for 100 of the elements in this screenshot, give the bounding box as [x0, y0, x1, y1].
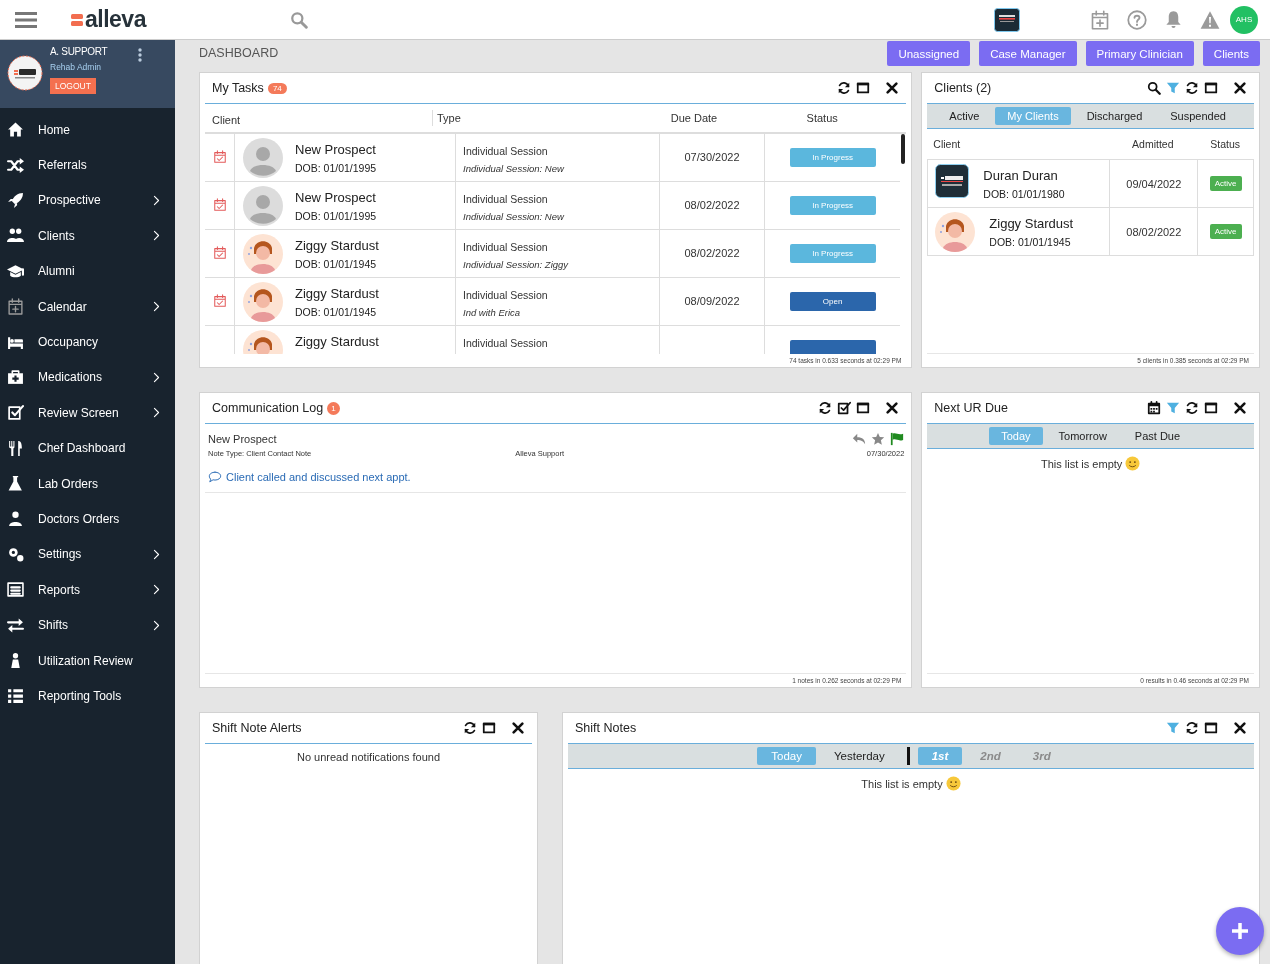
client-name[interactable]: Ziggy Stardust: [295, 237, 379, 253]
due-date: 08/02/2022: [684, 199, 740, 212]
nav-item[interactable]: Reports: [0, 572, 175, 608]
chevron-right-icon: [151, 371, 162, 383]
menu-icon[interactable]: [15, 11, 37, 28]
logo-icon[interactable]: [994, 7, 1020, 32]
client-name[interactable]: Ziggy Stardust: [295, 285, 379, 301]
client-name[interactable]: Ziggy Stardust: [295, 333, 379, 349]
filter-tab[interactable]: Tomorrow: [1046, 427, 1119, 445]
close-icon: [885, 401, 900, 415]
nav-item[interactable]: Doctors Orders: [0, 501, 175, 537]
nav-item[interactable]: Lab Orders: [0, 465, 175, 502]
close-icon: [885, 81, 900, 95]
calendar-check-icon: [212, 150, 227, 165]
flag-icon[interactable]: [890, 432, 905, 446]
calendar-check-icon: [212, 246, 227, 261]
nav-item[interactable]: Calendar: [0, 288, 175, 325]
chevron-right-icon: [151, 407, 162, 419]
nav-item[interactable]: Reporting Tools: [0, 678, 175, 714]
maximize-icon: [1204, 401, 1218, 415]
chevron-right-icon: [151, 194, 162, 206]
filter-tab[interactable]: Discharged: [1074, 107, 1155, 125]
app-logo: alleva: [85, 6, 146, 33]
due-date: 08/09/2022: [684, 295, 740, 308]
rocket-icon: [7, 191, 24, 209]
status-button[interactable]: [789, 339, 876, 354]
note-link[interactable]: Client called and discussed next appt.: [226, 471, 411, 483]
client-name[interactable]: Ziggy Stardust: [989, 216, 1074, 231]
close-icon: [1233, 721, 1247, 735]
empty-message: No unread notifications found: [296, 751, 441, 763]
status-button[interactable]: Open: [789, 291, 876, 311]
maximize-icon: [1204, 721, 1218, 735]
more-options-icon[interactable]: [138, 48, 142, 62]
filter-button[interactable]: Primary Clinician: [1085, 41, 1194, 66]
close-icon: [1233, 401, 1247, 415]
search-icon: [1147, 81, 1161, 95]
column-header: Admitted: [1131, 138, 1175, 150]
nav-item[interactable]: Medications: [0, 359, 175, 396]
speech-bubble-icon: [208, 470, 222, 484]
maximize-icon: [482, 721, 496, 735]
column-header: Client: [932, 138, 962, 150]
client-name[interactable]: New Prospect: [295, 189, 377, 205]
due-date: 08/02/2022: [684, 247, 740, 260]
filter-button[interactable]: Case Manager: [979, 41, 1077, 66]
session-subtype: Individual Session: New: [463, 210, 565, 222]
utensils-icon: [7, 439, 24, 457]
calendar-icon: [1147, 401, 1161, 415]
reply-icon: [852, 432, 867, 446]
home-icon: [7, 121, 24, 139]
users-icon: [7, 227, 24, 245]
filter-icon: [1166, 721, 1180, 735]
filter-tab[interactable]: Past Due: [1122, 427, 1193, 445]
status-badge: Active: [1209, 224, 1242, 239]
nav-item[interactable]: Clients: [0, 218, 175, 254]
star-icon: [871, 432, 886, 446]
session-subtype: Individual Session: New: [463, 162, 565, 174]
column-header: Status: [1209, 138, 1242, 150]
nav-item[interactable]: Settings: [0, 536, 175, 573]
chevron-right-icon: [151, 584, 162, 596]
column-header: Due Date: [669, 111, 719, 124]
client-dob: DOB: 01/01/1945: [989, 236, 1072, 248]
chevron-right-icon: [151, 301, 162, 313]
nav-item[interactable]: Shifts: [0, 607, 175, 643]
logo-mark-icon: [71, 12, 83, 27]
column-header: Type: [436, 111, 462, 124]
admitted-date: 08/02/2022: [1126, 225, 1182, 238]
warning-icon: [1200, 9, 1220, 30]
scrollbar[interactable]: [901, 133, 906, 164]
client-name[interactable]: New Prospect: [295, 141, 377, 157]
close-icon: [511, 721, 525, 735]
nav-item[interactable]: Utilization Review: [0, 642, 175, 679]
filter-button[interactable]: Clients: [1202, 41, 1260, 66]
chevron-right-icon: [151, 230, 162, 242]
help-icon: [1127, 9, 1147, 30]
session-type: Individual Session: [463, 144, 549, 157]
day-tab[interactable]: Yesterday: [820, 747, 899, 765]
nav-item[interactable]: Home: [0, 112, 175, 148]
nav-item[interactable]: Alumni: [0, 253, 175, 289]
filter-button[interactable]: Unassigned: [887, 41, 971, 66]
filter-tab[interactable]: Active: [937, 107, 992, 125]
count-badge: 74: [267, 82, 287, 94]
nav-item[interactable]: Chef Dashboard: [0, 430, 175, 466]
chevron-right-icon: [151, 619, 162, 631]
filter-tab[interactable]: Suspended: [1158, 107, 1238, 125]
client-dob: DOB: 01/01/1945: [295, 305, 378, 318]
list-icon: [7, 687, 24, 705]
nav-item[interactable]: Review Screen: [0, 395, 175, 431]
session-type: Individual Session: [463, 192, 549, 205]
nav-item[interactable]: Referrals: [0, 147, 175, 183]
note-client-name[interactable]: New Prospect: [208, 433, 277, 445]
close-icon: [1233, 81, 1247, 95]
nav-item[interactable]: Occupancy: [0, 324, 175, 360]
client-name[interactable]: Duran Duran: [983, 168, 1065, 183]
nav-item[interactable]: Prospective: [0, 182, 175, 219]
filter-icon: [1166, 401, 1180, 415]
medical-kit-icon: [7, 368, 24, 386]
admitted-date: 09/04/2022: [1126, 177, 1182, 190]
graduation-cap-icon: [7, 262, 24, 280]
session-type: Individual Session: [463, 288, 549, 301]
session-subtype: Ind with Erica: [463, 306, 522, 318]
